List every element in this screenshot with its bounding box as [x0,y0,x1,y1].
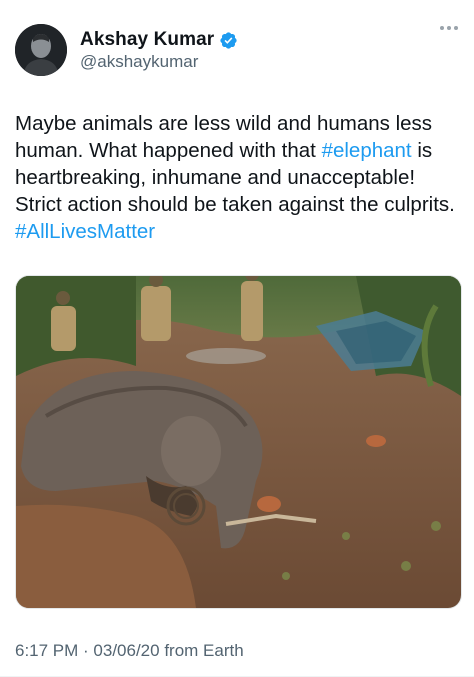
verified-badge-icon [220,31,237,49]
more-horizontal-icon[interactable] [440,26,458,30]
tweet-media-photo[interactable] [15,275,462,609]
tweet-date: 03/06/20 [93,641,160,660]
author-name-row: Akshay Kumar [80,29,238,51]
tweet-timestamp[interactable]: 6:17 PM · 03/06/20 from Earth [15,641,244,661]
author-handle[interactable]: @akshaykumar [80,52,198,72]
tweet-text: Maybe animals are less wild and humans l… [15,110,465,245]
hashtag-elephant[interactable]: #elephant [322,139,412,162]
author-display-name[interactable]: Akshay Kumar [80,29,214,51]
hashtag-alllivesmatter[interactable]: #AllLivesMatter [15,220,155,243]
tweet-source: from Earth [159,641,244,660]
tweet-time: 6:17 PM [15,641,79,660]
avatar[interactable] [15,24,67,76]
meta-separator: · [78,641,94,660]
